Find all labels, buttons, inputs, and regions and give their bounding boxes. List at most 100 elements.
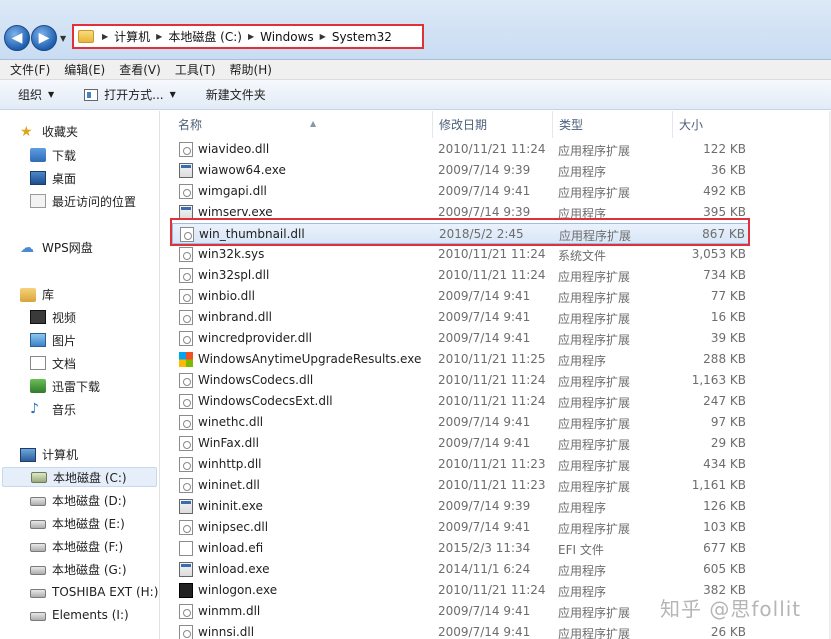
column-header-date[interactable]: 修改日期	[433, 111, 553, 138]
back-button[interactable]: ◀	[4, 25, 30, 51]
breadcrumb[interactable]: ▶ 计算机 ▶ 本地磁盘 (C:) ▶ Windows ▶ System32	[72, 24, 424, 49]
chevron-right-icon[interactable]: ▶	[248, 32, 254, 41]
table-row[interactable]: WindowsCodecsExt.dll 2010/11/21 11:24 应用程序…	[172, 391, 750, 412]
sidebar-wps-cloud[interactable]: ☁ WPS网盘	[20, 239, 93, 256]
file-size: 434 KB	[703, 457, 746, 471]
sidebar-libraries[interactable]: 库	[20, 286, 54, 303]
file-size: 103 KB	[703, 520, 746, 534]
file-date: 2009/7/14 9:41	[438, 625, 531, 639]
table-row[interactable]: winnsi.dll 2009/7/14 9:41 应用程序扩展 26 KB	[172, 622, 750, 639]
menu-edit[interactable]: 编辑(E)	[64, 61, 105, 78]
file-date: 2010/11/21 11:23	[438, 478, 546, 492]
sidebar-item-recent[interactable]: 最近访问的位置	[30, 191, 136, 211]
column-header-name[interactable]: 名称 ▲	[172, 111, 433, 138]
table-row[interactable]: winipsec.dll 2009/7/14 9:41 应用程序扩展 103 KB	[172, 517, 750, 538]
table-row[interactable]: win32spl.dll 2010/11/21 11:24 应用程序扩展 734 KB	[172, 265, 750, 286]
executable-file-icon	[179, 499, 193, 514]
breadcrumb-drive-c[interactable]: ▶ 本地磁盘 (C:)	[156, 28, 242, 45]
table-row[interactable]: win32k.sys 2010/11/21 11:24 系统文件 3,053 KB	[172, 244, 750, 265]
dll-file-icon	[179, 331, 193, 346]
sidebar-label: 本地磁盘 (D:)	[52, 493, 127, 508]
table-row[interactable]: wininet.dll 2010/11/21 11:23 应用程序扩展 1,161 K…	[172, 475, 750, 496]
sidebar-computer[interactable]: 计算机	[20, 446, 78, 463]
documents-library-icon	[30, 356, 46, 370]
file-size: 26 KB	[710, 625, 746, 639]
sidebar-item-drive-f[interactable]: 本地磁盘 (F:)	[30, 536, 123, 556]
chevron-right-icon[interactable]: ▶	[156, 32, 162, 41]
sidebar-label: 视频	[52, 310, 77, 325]
table-row[interactable]: wiavideo.dll 2010/11/21 11:24 应用程序扩展 122 KB	[172, 139, 750, 160]
sidebar-item-drive-i[interactable]: Elements (I:)	[30, 605, 129, 625]
sidebar-item-desktop[interactable]: 桌面	[30, 168, 76, 188]
forward-button[interactable]: ▶	[31, 25, 57, 51]
sidebar-item-pictures[interactable]: 图片	[30, 330, 76, 350]
file-size: 3,053 KB	[691, 247, 746, 261]
table-row[interactable]: winload.efi 2015/2/3 11:34 EFI 文件 677 KB	[172, 538, 750, 559]
sidebar-item-drive-g[interactable]: 本地磁盘 (G:)	[30, 559, 127, 579]
menu-bar: 文件(F) 编辑(E) 查看(V) 工具(T) 帮助(H)	[0, 60, 831, 80]
dll-file-icon	[179, 247, 193, 262]
chevron-right-icon[interactable]: ▶	[102, 32, 108, 41]
menu-help[interactable]: 帮助(H)	[230, 61, 272, 78]
recent-pages-dropdown-icon[interactable]: ▼	[60, 34, 66, 43]
file-type: 应用程序扩展	[558, 375, 631, 389]
open-with-label: 打开方式...	[104, 88, 164, 102]
menu-file[interactable]: 文件(F)	[10, 61, 50, 78]
file-type: EFI 文件	[558, 543, 604, 557]
file-name: WindowsAnytimeUpgradeResults.exe	[198, 352, 422, 366]
file-type: 应用程序扩展	[558, 627, 631, 639]
sidebar-item-downloads[interactable]: 下载	[30, 145, 76, 165]
executable-file-icon	[179, 562, 193, 577]
sidebar-item-drive-e[interactable]: 本地磁盘 (E:)	[30, 513, 125, 533]
sidebar-item-thunder-downloads[interactable]: 迅雷下载	[30, 376, 100, 396]
table-row[interactable]: winbrand.dll 2009/7/14 9:41 应用程序扩展 16 KB	[172, 307, 750, 328]
file-date: 2010/11/21 11:24	[438, 142, 546, 156]
file-size: 247 KB	[703, 394, 746, 408]
file-date: 2009/7/14 9:41	[438, 436, 531, 450]
table-row[interactable]: winload.exe 2014/11/1 6:24 应用程序 605 KB	[172, 559, 750, 580]
file-size: 605 KB	[703, 562, 746, 576]
sidebar-item-music[interactable]: ♪ 音乐	[30, 399, 76, 419]
sidebar-item-drive-d[interactable]: 本地磁盘 (D:)	[30, 490, 126, 510]
sidebar-item-videos[interactable]: 视频	[30, 307, 76, 327]
organize-button[interactable]: 组织 ▼	[18, 86, 54, 103]
table-row[interactable]: winethc.dll 2009/7/14 9:41 应用程序扩展 97 KB	[172, 412, 750, 433]
sidebar-item-drive-c[interactable]: 本地磁盘 (C:)	[2, 467, 157, 487]
sidebar-item-drive-h[interactable]: TOSHIBA EXT (H:)	[30, 582, 158, 602]
new-folder-button[interactable]: 新建文件夹	[206, 86, 266, 103]
chevron-right-icon[interactable]: ▶	[320, 32, 326, 41]
table-row[interactable]: WindowsAnytimeUpgradeResults.exe 2010/11/…	[172, 349, 750, 370]
table-row[interactable]: wininit.exe 2009/7/14 9:39 应用程序 126 KB	[172, 496, 750, 517]
table-row[interactable]: WindowsCodecs.dll 2010/11/21 11:24 应用程序扩展 1…	[172, 370, 750, 391]
sidebar-label: 本地磁盘 (E:)	[52, 516, 125, 531]
menu-view[interactable]: 查看(V)	[119, 61, 161, 78]
table-row[interactable]: winbio.dll 2009/7/14 9:41 应用程序扩展 77 KB	[172, 286, 750, 307]
sidebar-item-documents[interactable]: 文档	[30, 353, 76, 373]
menu-tools[interactable]: 工具(T)	[175, 61, 216, 78]
breadcrumb-windows[interactable]: ▶ Windows	[248, 30, 314, 44]
watermark: 知乎 @思follit	[660, 597, 802, 621]
table-row[interactable]: winhttp.dll 2010/11/21 11:23 应用程序扩展 434 KB	[172, 454, 750, 475]
file-size: 1,161 KB	[691, 478, 746, 492]
file-date: 2010/11/21 11:23	[438, 457, 546, 471]
open-with-button[interactable]: 打开方式... ▼	[84, 86, 176, 103]
sidebar-label: 最近访问的位置	[52, 194, 137, 209]
breadcrumb-computer[interactable]: ▶ 计算机	[102, 28, 150, 45]
sidebar-favorites[interactable]: ★ 收藏夹	[20, 123, 78, 140]
breadcrumb-system32[interactable]: ▶ System32	[320, 30, 392, 44]
table-row[interactable]: win_thumbnail.dll 2018/5/2 2:45 应用程序扩展 867 …	[172, 223, 750, 244]
file-date: 2010/11/21 11:24	[438, 583, 546, 597]
table-row[interactable]: wincredprovider.dll 2009/7/14 9:41 应用程序扩展 3…	[172, 328, 750, 349]
column-header-type[interactable]: 类型	[553, 111, 673, 138]
file-type: 应用程序扩展	[558, 333, 631, 347]
table-row[interactable]: wimserv.exe 2009/7/14 9:39 应用程序 395 KB	[172, 202, 750, 223]
column-header-size[interactable]: 大小	[673, 111, 751, 138]
dll-file-icon	[179, 604, 193, 619]
file-type: 应用程序扩展	[558, 312, 631, 326]
table-row[interactable]: wiawow64.exe 2009/7/14 9:39 应用程序 36 KB	[172, 160, 750, 181]
sidebar-label: 图片	[52, 333, 77, 348]
table-row[interactable]: WinFax.dll 2009/7/14 9:41 应用程序扩展 29 KB	[172, 433, 750, 454]
library-icon	[20, 287, 36, 302]
hard-drive-icon	[30, 566, 46, 575]
table-row[interactable]: wimgapi.dll 2009/7/14 9:41 应用程序扩展 492 KB	[172, 181, 750, 202]
